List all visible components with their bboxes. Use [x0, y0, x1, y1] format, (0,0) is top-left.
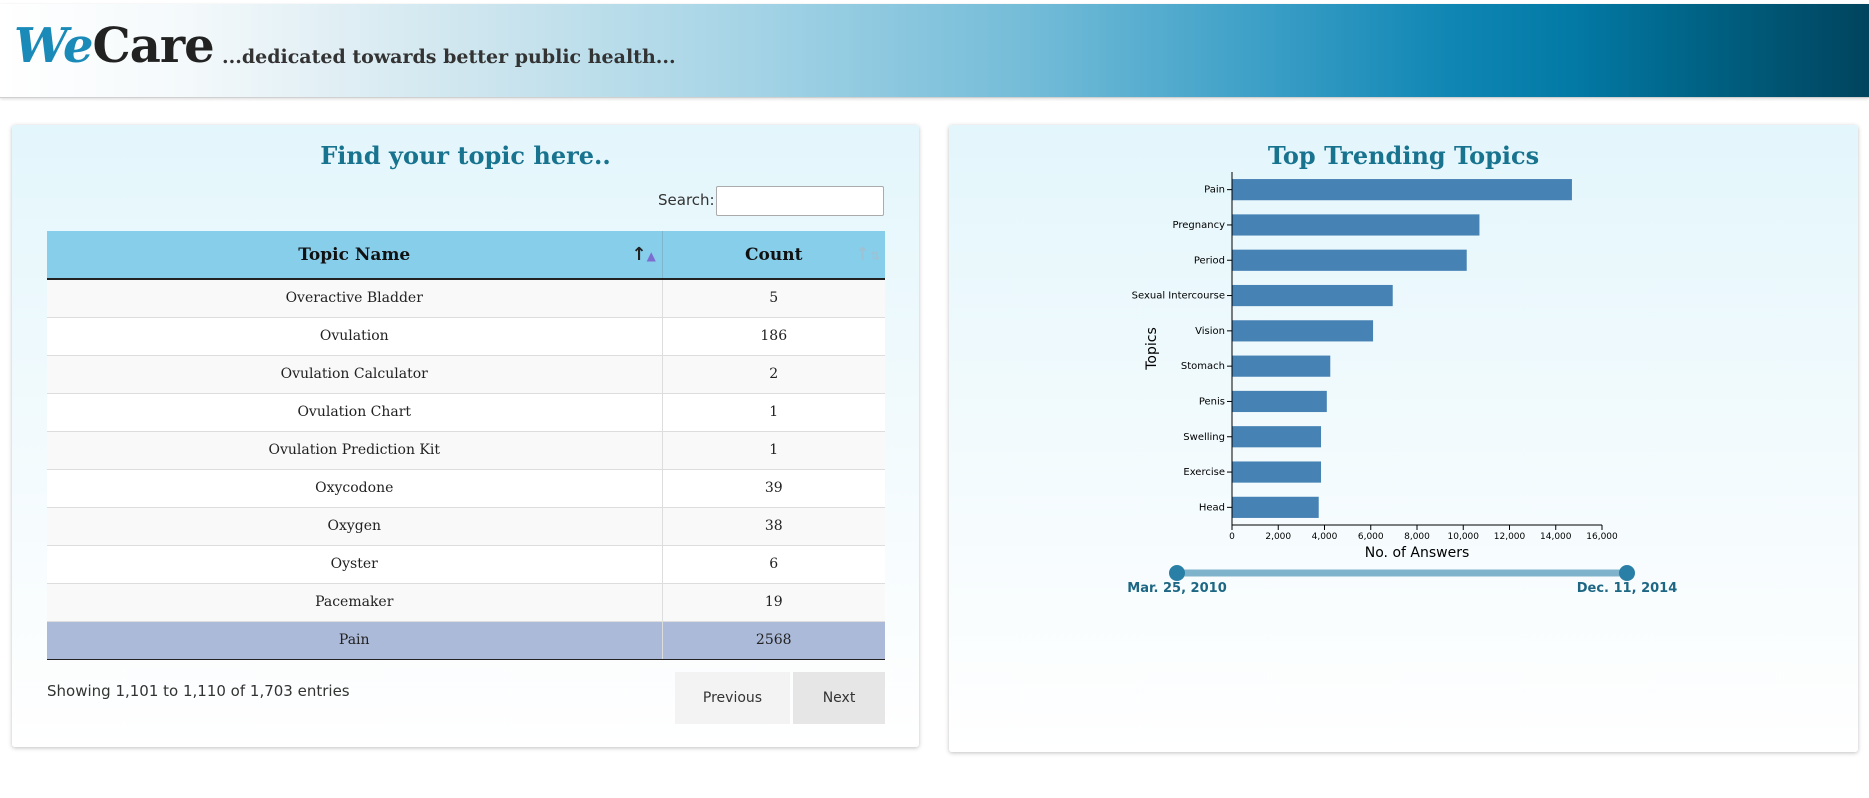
sort-ascending-icon[interactable]: ↑▲ — [632, 244, 656, 266]
table-info: Showing 1,101 to 1,110 of 1,703 entries — [47, 682, 350, 700]
topic-count-cell: 1 — [662, 430, 885, 469]
logo[interactable]: WeCare — [14, 18, 215, 74]
bar — [1232, 355, 1331, 377]
x-tick-label: 14,000 — [1540, 532, 1572, 542]
table-row[interactable]: Pacemaker 19 — [47, 582, 885, 621]
topics-card-title: Find your topic here.. — [320, 141, 611, 170]
bar — [1232, 461, 1322, 483]
y-tick-label: Stomach — [1181, 361, 1225, 372]
logo-we: We — [14, 18, 94, 74]
bar — [1232, 426, 1322, 448]
topic-count-cell: 39 — [662, 468, 885, 507]
bar — [1232, 214, 1480, 236]
search-input[interactable] — [716, 186, 884, 216]
topic-count-cell: 38 — [662, 506, 885, 545]
topic-count-cell: 2 — [662, 354, 885, 393]
topic-count-cell: 5 — [662, 278, 885, 317]
logo-care: Care — [92, 18, 215, 74]
topic-name-cell[interactable]: Pain — [47, 620, 663, 660]
trending-bar-chart: Pain Pregnancy Period Sexual Intercourse Vis… — [1127, 172, 1678, 596]
x-tick-label: 12,000 — [1494, 532, 1526, 542]
y-tick-label: Vision — [1195, 326, 1225, 337]
table-row[interactable]: Ovulation Calculator 2 — [47, 354, 885, 393]
column-header-label: Count — [745, 244, 803, 265]
topic-count-cell: 186 — [662, 316, 885, 355]
y-tick-label: Pregnancy — [1173, 220, 1226, 231]
tagline: ...dedicated towards better public healt… — [222, 46, 676, 68]
bar — [1232, 249, 1467, 271]
topics-card: Find your topic here.. Search: Topic Nam… — [12, 125, 919, 747]
bar — [1232, 179, 1572, 201]
topic-name-cell[interactable]: Ovulation Prediction Kit — [47, 430, 663, 469]
slider-end-date: Dec. 11, 2014 — [1577, 581, 1678, 596]
bar — [1232, 496, 1319, 518]
y-tick-label: Period — [1194, 255, 1225, 266]
table-row[interactable]: Ovulation Prediction Kit 1 — [47, 430, 885, 469]
previous-button[interactable]: Previous — [675, 672, 790, 724]
app-header: WeCare ...dedicated towards better publi… — [0, 4, 1869, 98]
y-tick-label: Penis — [1199, 396, 1225, 407]
column-header-label: Topic Name — [298, 244, 411, 265]
date-slider-end-handle[interactable] — [1619, 565, 1635, 581]
topic-count-cell: 6 — [662, 544, 885, 583]
topic-name-cell[interactable]: Pacemaker — [47, 582, 663, 621]
topic-name-cell[interactable]: Ovulation Calculator — [47, 354, 663, 393]
x-tick-label: 8,000 — [1404, 532, 1430, 542]
table-row[interactable]: Ovulation 186 — [47, 316, 885, 355]
topics-table: Topic Name ↑▲ Count ↑⇅ Overactive Bladde… — [47, 231, 885, 660]
x-tick-label: 16,000 — [1586, 532, 1618, 542]
table-row[interactable]: Overactive Bladder 5 — [47, 278, 885, 317]
table-body: Overactive Bladder 5 Ovulation 186 Ovulation… — [47, 278, 885, 660]
x-tick-label: 6,000 — [1358, 532, 1384, 542]
y-tick-label: Exercise — [1183, 467, 1225, 478]
x-tick-label: 4,000 — [1312, 532, 1338, 542]
topic-name-cell[interactable]: Ovulation — [47, 316, 663, 355]
topic-name-cell[interactable]: Oxycodone — [47, 468, 663, 507]
topic-count-cell: 19 — [662, 582, 885, 621]
table-row[interactable]: Oxygen 38 — [47, 506, 885, 545]
topic-name-cell[interactable]: Overactive Bladder — [47, 278, 663, 317]
topic-name-cell[interactable]: Oyster — [47, 544, 663, 583]
sort-both-icon[interactable]: ↑⇅ — [855, 244, 880, 266]
column-header-count[interactable]: Count ↑⇅ — [662, 231, 885, 280]
y-tick-label: Sexual Intercourse — [1132, 291, 1225, 302]
topic-name-cell[interactable]: Ovulation Chart — [47, 392, 663, 431]
y-tick-label: Head — [1199, 502, 1225, 513]
date-slider-start-handle[interactable] — [1169, 565, 1185, 581]
table-row[interactable]: Pain 2568 — [47, 620, 885, 660]
slider-start-date: Mar. 25, 2010 — [1127, 581, 1226, 596]
search-label: Search: — [658, 191, 715, 209]
table-header-row: Topic Name ↑▲ Count ↑⇅ — [47, 231, 885, 280]
y-axis-label: Topics — [1144, 327, 1160, 371]
table-row[interactable]: Oxycodone 39 — [47, 468, 885, 507]
x-axis-label: No. of Answers — [1365, 545, 1470, 561]
x-tick-label: 10,000 — [1448, 532, 1480, 542]
topic-count-cell: 1 — [662, 392, 885, 431]
bar — [1232, 390, 1327, 413]
bar — [1232, 284, 1393, 307]
x-tick-label: 0 — [1229, 532, 1235, 542]
topic-count-cell: 2568 — [662, 620, 885, 660]
column-header-topic-name[interactable]: Topic Name ↑▲ — [47, 231, 663, 280]
topic-name-cell[interactable]: Oxygen — [47, 506, 663, 545]
y-tick-label: Swelling — [1183, 432, 1225, 443]
bar — [1232, 320, 1374, 342]
table-row[interactable]: Oyster 6 — [47, 544, 885, 583]
trending-card: Top Trending Topics Pain Pregnancy Period S… — [949, 125, 1858, 752]
y-tick-label: Pain — [1204, 185, 1225, 196]
table-row[interactable]: Ovulation Chart 1 — [47, 392, 885, 431]
x-tick-label: 2,000 — [1265, 532, 1291, 542]
next-button[interactable]: Next — [793, 672, 885, 724]
